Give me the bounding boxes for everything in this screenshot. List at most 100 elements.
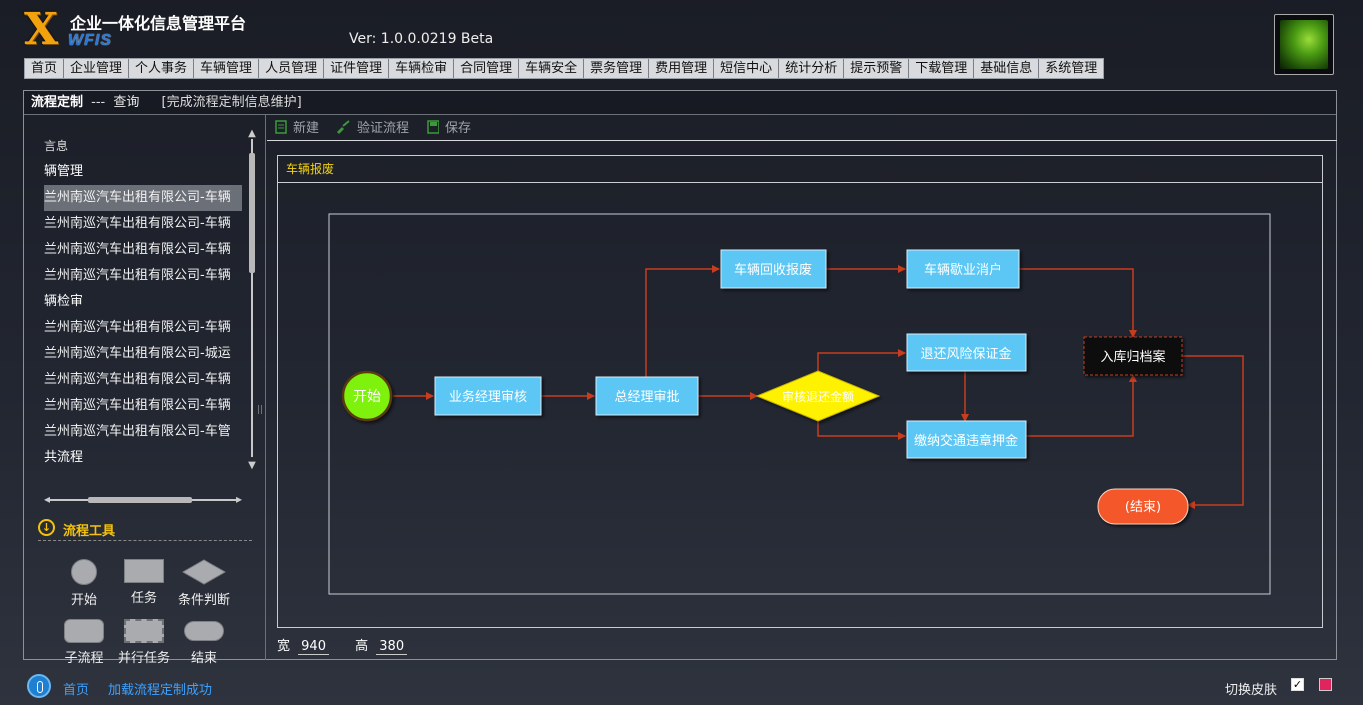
menu-item-system[interactable]: 系统管理 xyxy=(1039,59,1103,78)
skin-color-swatch[interactable] xyxy=(1319,678,1332,691)
tree-item[interactable]: 兰州南巡汽车出租有限公司-车辆 xyxy=(44,263,242,289)
menu-item-enterprise[interactable]: 企业管理 xyxy=(64,59,130,78)
tool-end-label: 结束 xyxy=(190,651,217,666)
pill-icon xyxy=(184,621,224,641)
scroll-thumb[interactable] xyxy=(249,153,255,273)
breadcrumb-section: 流程定制 xyxy=(31,95,84,110)
circle-icon xyxy=(71,559,97,585)
scroll-up-icon[interactable]: ▲ xyxy=(247,129,257,139)
tool-start-label: 开始 xyxy=(70,593,97,608)
breadcrumb: 流程定制 --- 查询 [完成流程定制信息维护] xyxy=(24,91,1336,115)
node-task-violation-deposit[interactable]: 缴纳交通违章押金 xyxy=(906,420,1027,459)
skin-switch-checkbox[interactable]: ✓ xyxy=(1291,678,1304,691)
width-label: 宽 xyxy=(277,639,291,654)
tree-item[interactable]: 兰州南巡汽车出租有限公司-车辆 xyxy=(44,393,242,419)
tool-parallel-task[interactable]: 并行任务 xyxy=(114,619,174,666)
tool-start[interactable]: 开始 xyxy=(54,559,114,608)
tree-horizontal-scrollbar[interactable]: ◂ ▸ xyxy=(44,492,244,506)
flow-tools-title: 流程工具 xyxy=(63,524,116,539)
edge-archive-to-end[interactable] xyxy=(1182,355,1244,509)
flow-canvas[interactable]: 开始 业务经理审核 总经理审批 车辆回收报废 车辆歇业消户 审核退还金额 退还风… xyxy=(278,183,1322,627)
status-home-link[interactable]: 首页 xyxy=(63,679,89,698)
tree-item[interactable]: 兰州南巡汽车出租有限公司-车辆 xyxy=(44,211,242,237)
menu-item-tickets[interactable]: 票务管理 xyxy=(584,59,650,78)
flow-name: 车辆报废 xyxy=(278,156,1322,183)
height-label: 高 xyxy=(355,639,369,654)
chevron-down-icon: ↓ xyxy=(38,519,55,536)
user-avatar[interactable] xyxy=(1274,14,1334,75)
breadcrumb-page: 查询 xyxy=(113,95,140,110)
flow-tools-header[interactable]: ↓ 流程工具 xyxy=(38,519,252,541)
menu-item-expenses[interactable]: 费用管理 xyxy=(649,59,715,78)
tool-end[interactable]: 结束 xyxy=(174,619,234,666)
menu-item-home[interactable]: 首页 xyxy=(25,59,65,78)
scroll-right-icon[interactable]: ▸ xyxy=(236,492,242,506)
power-home-icon[interactable] xyxy=(27,674,51,698)
tree-item[interactable]: 兰州南巡汽车出租有限公司-车辆 xyxy=(44,367,242,393)
tool-parallel-label: 并行任务 xyxy=(117,651,170,666)
edge-n4-to-archive[interactable] xyxy=(1019,268,1137,338)
tree-vertical-scrollbar[interactable]: ▲ ▼ xyxy=(247,129,257,471)
main-panel: 流程定制 --- 查询 [完成流程定制信息维护] 言息 辆管理 兰州南巡汽车出租有限… xyxy=(23,90,1337,666)
tree-item[interactable]: 兰州南巡汽车出租有限公司-车辆 xyxy=(44,185,242,211)
brush-check-icon xyxy=(337,120,350,134)
hscroll-thumb[interactable] xyxy=(88,497,192,503)
node-task-archive[interactable]: 入库归档案 xyxy=(1083,336,1183,376)
floppy-disk-icon xyxy=(427,120,439,134)
tool-condition[interactable]: 条件判断 xyxy=(174,559,234,608)
node-end[interactable]: (结束) xyxy=(1097,488,1189,525)
node-task-vehicle-recycle[interactable]: 车辆回收报废 xyxy=(720,249,827,289)
node-task-business-review[interactable]: 业务经理审核 xyxy=(434,376,542,416)
menu-item-safety[interactable]: 车辆安全 xyxy=(519,59,585,78)
height-input[interactable]: 380 xyxy=(376,639,408,655)
edge-decision-to-n6[interactable] xyxy=(817,415,906,440)
diamond-icon xyxy=(182,559,226,585)
tool-task[interactable]: 任务 xyxy=(114,559,174,606)
node-task-label: 缴纳交通违章押金 xyxy=(914,433,1018,449)
edge-n2-to-n3[interactable] xyxy=(645,265,720,377)
edge-n6-to-archive[interactable] xyxy=(1026,374,1137,437)
menu-item-statistics[interactable]: 统计分析 xyxy=(779,59,845,78)
tool-subprocess[interactable]: 子流程 xyxy=(54,619,114,666)
tree-item[interactable]: 兰州南巡汽车出租有限公司-城运 xyxy=(44,341,242,367)
tree-item[interactable]: 兰州南巡汽车出租有限公司-车辆 xyxy=(44,237,242,263)
node-task-label: 退还风险保证金 xyxy=(920,346,1011,362)
menu-item-vehicle[interactable]: 车辆管理 xyxy=(194,59,260,78)
save-button-label: 保存 xyxy=(445,121,472,136)
node-task-gm-approval[interactable]: 总经理审批 xyxy=(595,376,699,416)
menu-item-sms[interactable]: 短信中心 xyxy=(714,59,780,78)
node-start[interactable]: 开始 xyxy=(341,370,393,422)
menu-item-contracts[interactable]: 合同管理 xyxy=(454,59,520,78)
tool-subprocess-label: 子流程 xyxy=(64,651,104,666)
menu-item-personal[interactable]: 个人事务 xyxy=(129,59,195,78)
node-decision-label: 审核退还金额 xyxy=(782,389,854,404)
version-label: Ver: 1.0.0.0219 Beta xyxy=(349,31,494,47)
app-title: 企业一体化信息管理平台 xyxy=(70,14,247,33)
menu-item-downloads[interactable]: 下载管理 xyxy=(909,59,975,78)
rounded-rectangle-icon xyxy=(64,619,104,643)
tree-item[interactable]: 兰州南巡汽车出租有限公司-车管 xyxy=(44,419,242,445)
tree-item[interactable]: 兰州南巡汽车出租有限公司-车辆 xyxy=(44,315,242,341)
edge-decision-to-n5[interactable] xyxy=(817,349,906,377)
save-button[interactable]: 保存 xyxy=(427,120,471,138)
node-task-vehicle-deregister[interactable]: 车辆歇业消户 xyxy=(906,249,1020,289)
dashed-rectangle-icon xyxy=(124,619,164,643)
status-message: 加载流程定制成功 xyxy=(108,683,213,698)
menu-item-basic-info[interactable]: 基础信息 xyxy=(974,59,1040,78)
node-task-refund-deposit[interactable]: 退还风险保证金 xyxy=(906,333,1027,372)
node-decision-refund-amount[interactable]: 审核退还金额 xyxy=(755,370,881,422)
panel-splitter-handle[interactable]: || xyxy=(257,405,263,415)
new-button[interactable]: 新建 xyxy=(275,120,319,138)
menu-item-alerts[interactable]: 提示预警 xyxy=(844,59,910,78)
tree-category[interactable]: 言息 xyxy=(44,133,242,159)
tree-category[interactable]: 辆检审 xyxy=(44,289,242,315)
menu-item-inspection[interactable]: 车辆检审 xyxy=(389,59,455,78)
tree-category[interactable]: 共流程 xyxy=(44,445,242,463)
width-input[interactable]: 940 xyxy=(298,639,329,655)
tool-condition-label: 条件判断 xyxy=(177,593,230,608)
tree-category[interactable]: 辆管理 xyxy=(44,159,242,185)
validate-flow-button[interactable]: 验证流程 xyxy=(335,120,409,138)
menu-item-certificates[interactable]: 证件管理 xyxy=(324,59,390,78)
menu-item-personnel[interactable]: 人员管理 xyxy=(259,59,325,78)
scroll-down-icon[interactable]: ▼ xyxy=(247,461,257,471)
